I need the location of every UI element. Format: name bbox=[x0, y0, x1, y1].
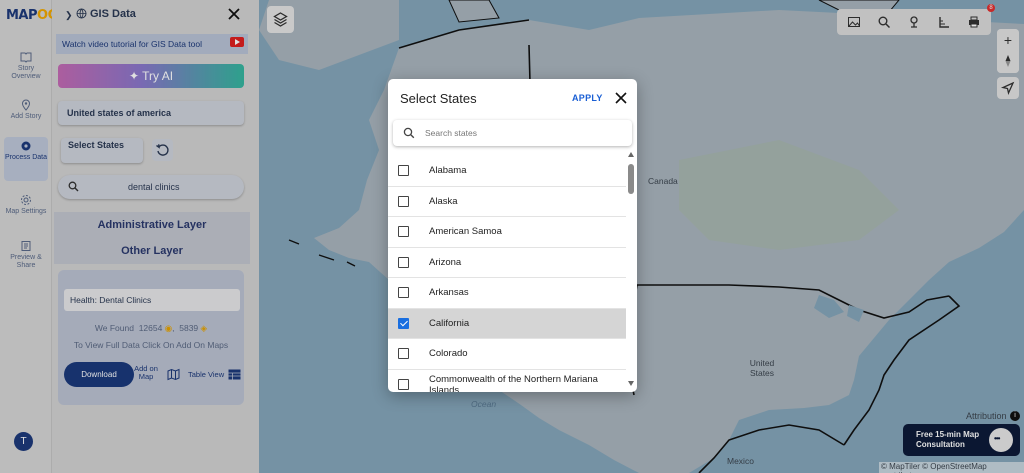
state-row[interactable]: Arkansas bbox=[388, 278, 626, 309]
state-name: California bbox=[429, 317, 470, 329]
list-scrollbar[interactable] bbox=[627, 152, 635, 392]
checkbox[interactable] bbox=[398, 165, 409, 176]
state-search-input[interactable] bbox=[425, 125, 625, 141]
state-name: Alaska bbox=[429, 195, 458, 207]
checkbox[interactable] bbox=[398, 287, 409, 298]
apply-button[interactable]: APPLY bbox=[572, 93, 603, 103]
state-name: Arizona bbox=[429, 256, 462, 268]
checkbox[interactable] bbox=[398, 195, 409, 207]
select-states-dialog: Select States APPLY Alabama Alaska Ameri… bbox=[388, 79, 637, 392]
scroll-down-arrow-icon[interactable] bbox=[628, 381, 634, 386]
checkbox[interactable] bbox=[398, 348, 409, 359]
scroll-thumb[interactable] bbox=[628, 164, 634, 194]
state-search-field[interactable] bbox=[393, 120, 632, 146]
state-row[interactable]: Commonwealth of the Northern Mariana Isl… bbox=[388, 370, 626, 393]
state-row[interactable]: Alaska bbox=[388, 187, 626, 217]
state-row-selected[interactable]: California bbox=[388, 308, 626, 339]
state-name: Commonwealth of the Northern Mariana Isl… bbox=[429, 373, 598, 393]
search-icon bbox=[403, 127, 415, 139]
dialog-title: Select States bbox=[400, 91, 477, 106]
state-name: Colorado bbox=[429, 348, 468, 359]
checkbox[interactable] bbox=[398, 256, 409, 268]
state-name: American Samoa bbox=[429, 226, 502, 237]
close-icon[interactable] bbox=[614, 91, 628, 105]
state-row[interactable]: Arizona bbox=[388, 248, 626, 278]
state-row[interactable]: Colorado bbox=[388, 339, 626, 370]
state-row[interactable]: American Samoa bbox=[388, 217, 626, 248]
state-name: Alabama bbox=[429, 165, 467, 176]
checkbox[interactable] bbox=[398, 226, 409, 237]
scroll-up-arrow-icon[interactable] bbox=[628, 152, 634, 157]
state-row[interactable]: Alabama bbox=[388, 156, 626, 187]
states-list: Alabama Alaska American Samoa Arizona Ar… bbox=[388, 156, 626, 392]
state-name: Arkansas bbox=[429, 287, 469, 298]
checkbox[interactable] bbox=[398, 378, 409, 390]
checkbox-checked[interactable] bbox=[398, 317, 409, 329]
